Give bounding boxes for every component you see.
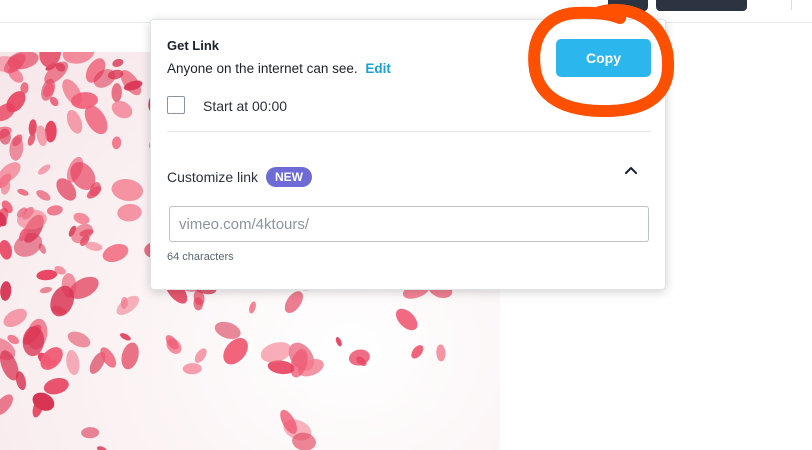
petal — [43, 378, 69, 395]
petal — [111, 178, 143, 202]
petal — [395, 308, 418, 331]
petal — [111, 83, 122, 103]
petal — [67, 331, 91, 348]
petal — [249, 301, 256, 314]
petal — [102, 243, 129, 263]
header-divider — [791, 0, 792, 10]
petal — [112, 58, 124, 67]
petal — [45, 359, 58, 365]
petal — [3, 308, 27, 328]
customize-link-label: Customize link — [167, 169, 259, 185]
copy-button[interactable]: Copy — [556, 39, 651, 77]
petal — [28, 119, 37, 136]
petal — [36, 269, 58, 281]
petal — [46, 205, 63, 216]
new-badge: NEW — [266, 167, 312, 187]
petal — [0, 281, 12, 301]
petal — [111, 100, 133, 119]
petal — [0, 394, 13, 416]
petal — [66, 109, 83, 134]
petal — [66, 350, 80, 375]
character-count: 64 characters — [167, 251, 234, 263]
petal — [36, 190, 51, 201]
custom-link-input[interactable] — [169, 206, 649, 242]
petal — [436, 344, 446, 362]
petal — [182, 363, 202, 375]
petal — [335, 336, 342, 347]
petal — [120, 333, 131, 341]
petal — [121, 342, 139, 370]
petal — [96, 446, 107, 450]
petal — [116, 295, 140, 315]
petal — [0, 240, 12, 260]
visibility-description: Anyone on the internet can see. — [167, 61, 358, 76]
petal — [39, 287, 53, 294]
section-divider — [167, 131, 651, 132]
petal — [111, 136, 122, 150]
petal — [27, 133, 36, 146]
header-action-button[interactable] — [656, 0, 747, 11]
visibility-text: Anyone on the internet can see. Edit — [167, 61, 391, 76]
petal — [223, 338, 248, 365]
petal — [73, 212, 90, 225]
petal — [17, 188, 29, 196]
petal — [81, 427, 100, 439]
petal — [194, 348, 207, 363]
header-icon-button[interactable] — [608, 0, 648, 11]
popover-title: Get Link — [167, 38, 220, 53]
chevron-up-icon[interactable] — [621, 160, 641, 180]
petal — [37, 164, 51, 175]
petal — [284, 291, 303, 314]
edit-link[interactable]: Edit — [365, 61, 391, 76]
petal — [260, 342, 292, 363]
petal — [117, 203, 142, 222]
get-link-popover: Get Link Anyone on the internet can see.… — [150, 19, 666, 290]
petal — [411, 345, 424, 359]
start-at-label: Start at 00:00 — [203, 98, 288, 114]
start-at-checkbox[interactable] — [167, 96, 185, 114]
